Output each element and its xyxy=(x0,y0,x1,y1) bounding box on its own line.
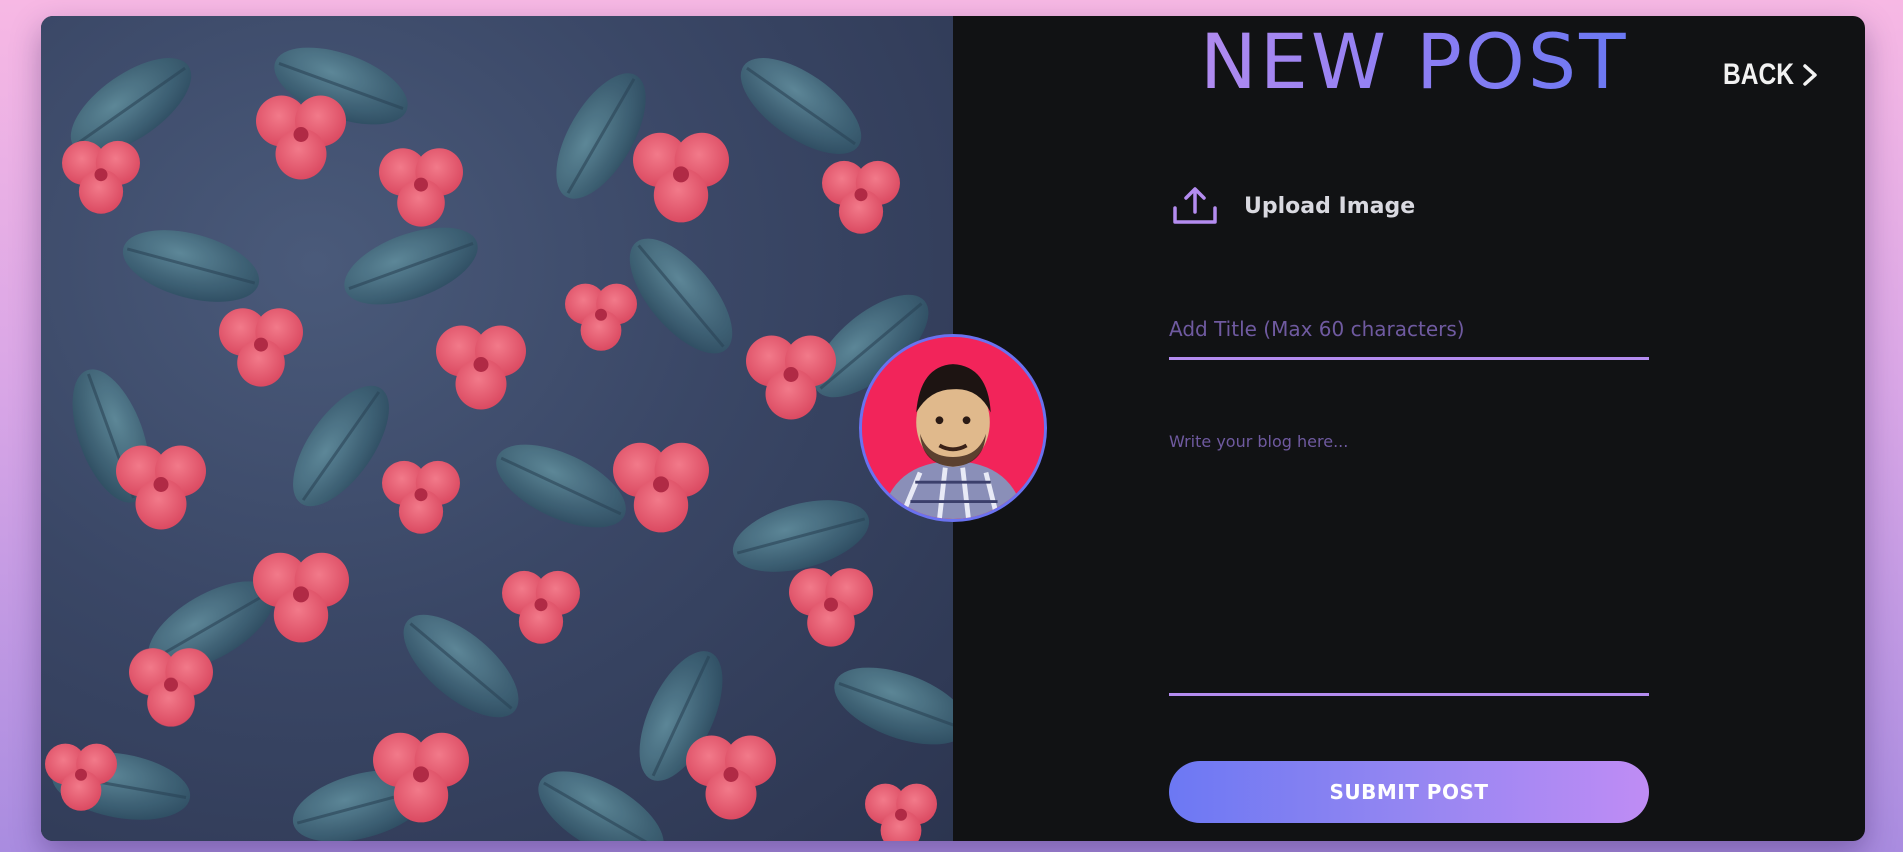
back-button[interactable]: BACK xyxy=(1723,58,1821,92)
upload-image-button[interactable]: Upload Image xyxy=(1172,186,1415,226)
page-title: NEW POST xyxy=(1200,17,1629,106)
author-avatar xyxy=(859,334,1047,522)
post-title-input[interactable] xyxy=(1169,300,1649,360)
chevron-right-icon xyxy=(1803,64,1817,86)
post-form-panel xyxy=(953,16,1865,841)
upload-image-label: Upload Image xyxy=(1244,193,1416,219)
upload-icon xyxy=(1173,187,1217,224)
blog-body-textarea[interactable] xyxy=(1169,430,1649,696)
submit-post-button[interactable]: SUBMIT POST xyxy=(1169,761,1649,823)
back-label: BACK xyxy=(1723,58,1795,91)
cover-image xyxy=(41,16,953,841)
flower-illustration xyxy=(45,30,953,841)
